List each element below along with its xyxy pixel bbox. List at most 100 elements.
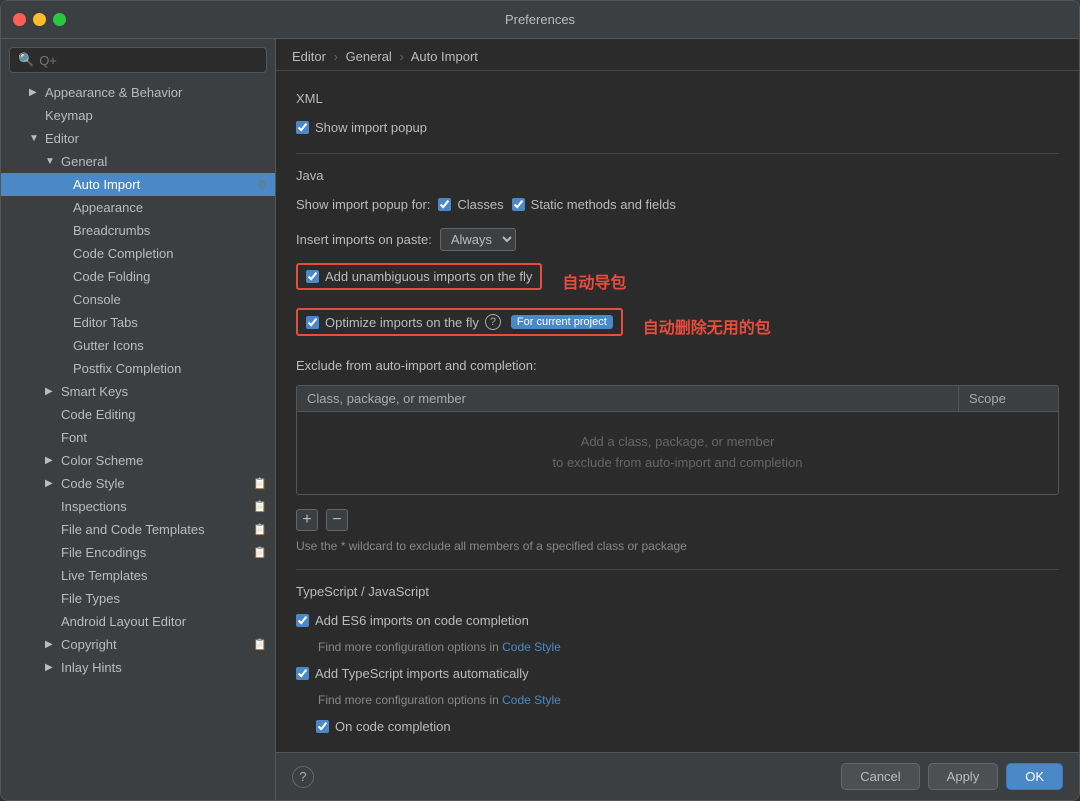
settings-content: XML Show import popup Java Show import p… bbox=[276, 71, 1079, 752]
ok-button[interactable]: OK bbox=[1006, 763, 1063, 790]
apply-button[interactable]: Apply bbox=[928, 763, 999, 790]
sidebar-item-label: Color Scheme bbox=[61, 453, 143, 468]
optimize-imports-row: Optimize imports on the fly ? For curren… bbox=[296, 308, 1059, 344]
preferences-window: Preferences 🔍 ▶ Appearance & Behavior Ke… bbox=[0, 0, 1080, 801]
arrow-icon: ▼ bbox=[29, 133, 39, 144]
wildcard-note: Use the * wildcard to exclude all member… bbox=[296, 537, 1059, 555]
add-es6-checkbox[interactable] bbox=[296, 614, 309, 627]
sidebar-item-label: Appearance bbox=[73, 200, 143, 215]
sidebar-item-general[interactable]: ▼ General bbox=[1, 150, 275, 173]
sidebar-item-auto-import[interactable]: Auto Import ⚙ bbox=[1, 173, 275, 196]
sidebar-item-code-completion[interactable]: Code Completion bbox=[1, 242, 275, 265]
arrow-icon: ▶ bbox=[45, 478, 55, 489]
add-es6-label[interactable]: Add ES6 imports on code completion bbox=[296, 613, 529, 628]
sidebar-item-label: Editor Tabs bbox=[73, 315, 138, 330]
sidebar-item-label: Inlay Hints bbox=[61, 660, 122, 675]
maximize-button[interactable] bbox=[53, 13, 66, 26]
sidebar-item-label: Editor bbox=[45, 131, 79, 146]
sidebar-item-gutter-icons[interactable]: Gutter Icons bbox=[1, 334, 275, 357]
table-header: Class, package, or member Scope bbox=[297, 386, 1058, 412]
add-ts-auto-text: Add TypeScript imports automatically bbox=[315, 666, 529, 681]
sidebar-item-android-layout-editor[interactable]: Android Layout Editor bbox=[1, 610, 275, 633]
java-section-header: Java bbox=[296, 168, 1059, 183]
sidebar-item-postfix-completion[interactable]: Postfix Completion bbox=[1, 357, 275, 380]
sidebar: 🔍 ▶ Appearance & Behavior Keymap ▼ Edito… bbox=[1, 39, 276, 800]
find-more-ts: Find more configuration options in Code … bbox=[318, 640, 1059, 654]
sidebar-item-color-scheme[interactable]: ▶ Color Scheme bbox=[1, 449, 275, 472]
table-actions: + − bbox=[296, 503, 1059, 537]
show-import-popup-checkbox[interactable] bbox=[296, 121, 309, 134]
copy-icon: 📋 bbox=[253, 477, 267, 490]
cancel-button[interactable]: Cancel bbox=[841, 763, 919, 790]
sidebar-item-smart-keys[interactable]: ▶ Smart Keys bbox=[1, 380, 275, 403]
sidebar-item-appearance[interactable]: Appearance bbox=[1, 196, 275, 219]
table-placeholder: Add a class, package, or member to exclu… bbox=[552, 432, 802, 474]
sidebar-item-file-encodings[interactable]: File Encodings 📋 bbox=[1, 541, 275, 564]
on-code-completion-checkbox[interactable] bbox=[316, 720, 329, 733]
add-ts-auto-label[interactable]: Add TypeScript imports automatically bbox=[296, 666, 529, 681]
sidebar-item-console[interactable]: Console bbox=[1, 288, 275, 311]
static-methods-checkbox[interactable] bbox=[512, 198, 525, 211]
sidebar-item-copyright[interactable]: ▶ Copyright 📋 bbox=[1, 633, 275, 656]
sidebar-item-code-editing[interactable]: Code Editing bbox=[1, 403, 275, 426]
copy-icon: 📋 bbox=[253, 546, 267, 559]
optimize-imports-text: Optimize imports on the fly bbox=[325, 315, 479, 330]
help-button[interactable]: ? bbox=[292, 766, 314, 788]
add-unambiguous-checkbox[interactable] bbox=[306, 270, 319, 283]
exclude-label: Exclude from auto-import and completion: bbox=[296, 358, 537, 373]
remove-row-button[interactable]: − bbox=[326, 509, 348, 531]
sidebar-item-code-folding[interactable]: Code Folding bbox=[1, 265, 275, 288]
add-ts-auto-checkbox[interactable] bbox=[296, 667, 309, 680]
sidebar-item-font[interactable]: Font bbox=[1, 426, 275, 449]
sidebar-item-label: Smart Keys bbox=[61, 384, 128, 399]
static-methods-checkbox-label[interactable]: Static methods and fields bbox=[512, 197, 676, 212]
sidebar-item-file-types[interactable]: File Types bbox=[1, 587, 275, 610]
sidebar-item-editor-tabs[interactable]: Editor Tabs bbox=[1, 311, 275, 334]
exclude-label-row: Exclude from auto-import and completion: bbox=[296, 354, 1059, 377]
sidebar-item-breadcrumbs[interactable]: Breadcrumbs bbox=[1, 219, 275, 242]
sidebar-item-appearance-behavior[interactable]: ▶ Appearance & Behavior bbox=[1, 81, 275, 104]
sidebar-item-label: Inspections bbox=[61, 499, 127, 514]
classes-checkbox[interactable] bbox=[438, 198, 451, 211]
main-panel: Editor › General › Auto Import XML Show … bbox=[276, 39, 1079, 800]
sidebar-item-label: File Types bbox=[61, 591, 120, 606]
table-col-class: Class, package, or member bbox=[297, 386, 958, 411]
add-ts-auto-row: Add TypeScript imports automatically bbox=[296, 662, 1059, 685]
sidebar-item-label: Live Templates bbox=[61, 568, 147, 583]
optimize-imports-label[interactable]: Optimize imports on the fly bbox=[306, 315, 479, 330]
sidebar-item-file-code-templates[interactable]: File and Code Templates 📋 bbox=[1, 518, 275, 541]
show-import-popup-row: Show import popup bbox=[296, 116, 1059, 139]
sidebar-item-label: Auto Import bbox=[73, 177, 140, 192]
sidebar-item-label: Gutter Icons bbox=[73, 338, 144, 353]
add-unambiguous-label[interactable]: Add unambiguous imports on the fly bbox=[306, 269, 532, 284]
sidebar-item-label: Postfix Completion bbox=[73, 361, 181, 376]
sidebar-item-live-templates[interactable]: Live Templates bbox=[1, 564, 275, 587]
separator1 bbox=[296, 153, 1059, 154]
search-input[interactable] bbox=[39, 53, 258, 68]
sidebar-item-editor[interactable]: ▼ Editor bbox=[1, 127, 275, 150]
sidebar-item-code-style[interactable]: ▶ Code Style 📋 bbox=[1, 472, 275, 495]
arrow-icon: ▶ bbox=[29, 87, 39, 98]
sidebar-item-keymap[interactable]: Keymap bbox=[1, 104, 275, 127]
code-style-link-1[interactable]: Code Style bbox=[502, 640, 561, 654]
show-import-popup-label[interactable]: Show import popup bbox=[296, 120, 427, 135]
sidebar-item-label: Appearance & Behavior bbox=[45, 85, 182, 100]
show-popup-for-label: Show import popup for: bbox=[296, 197, 430, 212]
sidebar-item-label: Android Layout Editor bbox=[61, 614, 186, 629]
code-style-link-2[interactable]: Code Style bbox=[502, 693, 561, 707]
search-box[interactable]: 🔍 bbox=[9, 47, 267, 73]
info-icon: ? bbox=[485, 314, 501, 330]
find-more-ts2: Find more configuration options in Code … bbox=[318, 693, 1059, 707]
classes-checkbox-label[interactable]: Classes bbox=[438, 197, 503, 212]
main-content: 🔍 ▶ Appearance & Behavior Keymap ▼ Edito… bbox=[1, 39, 1079, 800]
current-project-badge[interactable]: For current project bbox=[511, 315, 613, 329]
sidebar-item-inspections[interactable]: Inspections 📋 bbox=[1, 495, 275, 518]
insert-imports-select[interactable]: Always Ask Never bbox=[440, 228, 516, 251]
on-code-completion-label[interactable]: On code completion bbox=[316, 719, 451, 734]
close-button[interactable] bbox=[13, 13, 26, 26]
minimize-button[interactable] bbox=[33, 13, 46, 26]
sidebar-item-inlay-hints[interactable]: ▶ Inlay Hints bbox=[1, 656, 275, 679]
optimize-imports-checkbox[interactable] bbox=[306, 316, 319, 329]
sidebar-item-label: Code Style bbox=[61, 476, 125, 491]
add-row-button[interactable]: + bbox=[296, 509, 318, 531]
